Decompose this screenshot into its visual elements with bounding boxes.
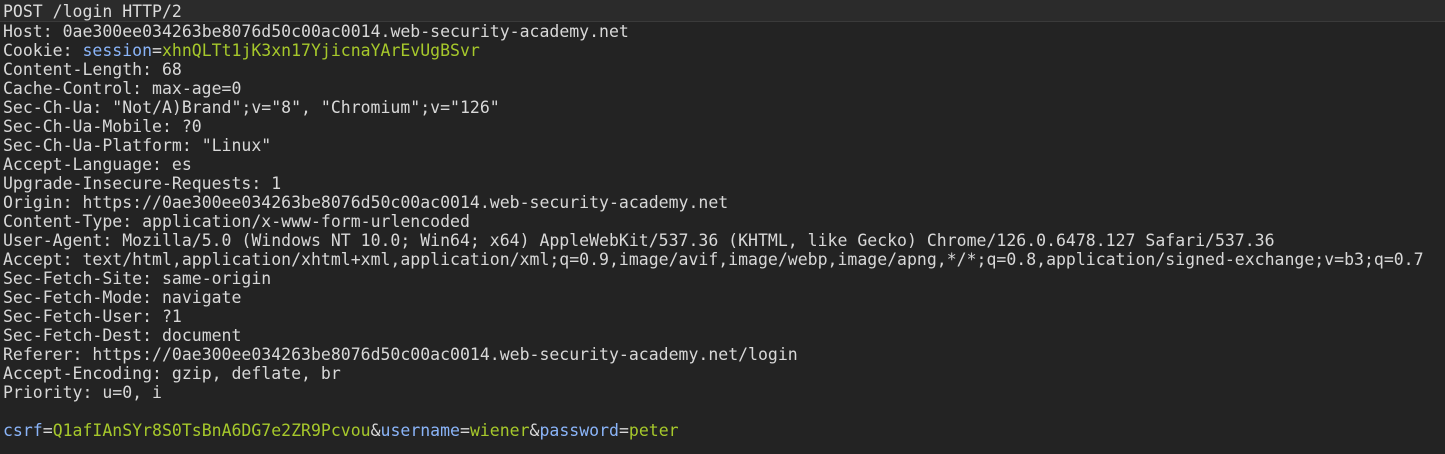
header-colon: : bbox=[82, 383, 103, 402]
header-colon: : bbox=[132, 79, 153, 98]
header-colon: : bbox=[62, 250, 83, 269]
header-name: Sec-Ch-Ua bbox=[3, 98, 93, 117]
header-colon: : bbox=[251, 174, 272, 193]
header-name: Sec-Fetch-Dest bbox=[3, 326, 143, 345]
header-colon: : bbox=[142, 269, 162, 288]
header-colon: : bbox=[161, 117, 182, 136]
header-value: 1 bbox=[271, 174, 282, 193]
header-colon: : bbox=[181, 136, 202, 155]
header-line-accept-encoding[interactable]: Accept-Encoding: gzip, deflate, br bbox=[0, 364, 1445, 383]
request-line[interactable]: POST /login HTTP/2 bbox=[0, 0, 1445, 22]
header-line-content-type[interactable]: Content-Type: application/x-www-form-url… bbox=[0, 212, 1445, 231]
header-colon: : bbox=[142, 60, 162, 79]
param-name-username: username bbox=[380, 421, 460, 440]
header-colon: : bbox=[152, 155, 172, 174]
header-line-content-length[interactable]: Content-Length: 68 bbox=[0, 60, 1445, 79]
header-name: Sec-Ch-Ua-Mobile bbox=[3, 117, 162, 136]
header-value: ?1 bbox=[161, 307, 182, 326]
header-colon: : bbox=[92, 98, 113, 117]
param-equals: = bbox=[42, 421, 53, 440]
param-name-password: password bbox=[539, 421, 619, 440]
header-line-sec-ch-ua[interactable]: Sec-Ch-Ua: "Not/A)Brand";v="8", "Chromiu… bbox=[0, 98, 1445, 117]
cookie-equals: = bbox=[152, 41, 162, 60]
request-line-text: POST /login HTTP/2 bbox=[3, 2, 182, 21]
cookie-value: xhnQLTt1jK3xn17YjicnaYArEvUgBSvr bbox=[161, 41, 480, 60]
header-colon: : bbox=[142, 307, 162, 326]
param-equals: = bbox=[618, 421, 629, 440]
header-name: Cache-Control bbox=[3, 79, 133, 98]
header-value: "Linux" bbox=[201, 136, 272, 155]
header-name: Priority bbox=[3, 383, 83, 402]
header-line-referer[interactable]: Referer: https://0ae300ee034263be8076d50… bbox=[0, 345, 1445, 364]
header-value: same-origin bbox=[161, 269, 272, 288]
header-line-sec-ch-ua-mobile[interactable]: Sec-Ch-Ua-Mobile: ?0 bbox=[0, 117, 1445, 136]
header-line-user-agent[interactable]: User-Agent: Mozilla/5.0 (Windows NT 10.0… bbox=[0, 231, 1445, 250]
header-line-sec-fetch-site[interactable]: Sec-Fetch-Site: same-origin bbox=[0, 269, 1445, 288]
header-name: Sec-Ch-Ua-Platform bbox=[3, 136, 182, 155]
header-colon: : bbox=[142, 326, 162, 345]
header-line-cookie[interactable]: Cookie: session=xhnQLTt1jK3xn17YjicnaYAr… bbox=[0, 41, 1445, 60]
header-colon: : bbox=[102, 231, 123, 250]
header-name: Sec-Fetch-Site bbox=[3, 269, 143, 288]
header-line-sec-fetch-dest[interactable]: Sec-Fetch-Dest: document bbox=[0, 326, 1445, 345]
cookie-name: session bbox=[82, 41, 153, 60]
param-value-csrf: Q1afIAnSYr8S0TsBnA6DG7e2ZR9Pcvou bbox=[52, 421, 371, 440]
header-value: https://0ae300ee034263be8076d50c00ac0014… bbox=[92, 345, 798, 364]
header-value: es bbox=[171, 155, 192, 174]
header-name: User-Agent bbox=[3, 231, 103, 250]
header-line-accept-language[interactable]: Accept-Language: es bbox=[0, 155, 1445, 174]
header-name: Accept-Language bbox=[3, 155, 153, 174]
header-name: Accept bbox=[3, 250, 63, 269]
header-colon: : bbox=[62, 41, 83, 60]
header-value: u=0, i bbox=[102, 383, 162, 402]
param-equals: = bbox=[460, 421, 470, 440]
header-colon: : bbox=[62, 193, 83, 212]
header-name: Host bbox=[3, 22, 43, 41]
param-value-password: peter bbox=[628, 421, 679, 440]
header-name: Sec-Fetch-Mode bbox=[3, 288, 143, 307]
header-value: gzip, deflate, br bbox=[171, 364, 341, 383]
request-body-line[interactable]: csrf=Q1afIAnSYr8S0TsBnA6DG7e2ZR9Pcvou&us… bbox=[0, 421, 1445, 440]
request-editor[interactable]: POST /login HTTP/2 Host: 0ae300ee034263b… bbox=[0, 0, 1445, 454]
header-value: https://0ae300ee034263be8076d50c00ac0014… bbox=[82, 193, 729, 212]
header-value: text/html,application/xhtml+xml,applicat… bbox=[82, 250, 1424, 269]
header-name: Referer bbox=[3, 345, 73, 364]
header-value: 0ae300ee034263be8076d50c00ac0014.web-sec… bbox=[62, 22, 629, 41]
header-value: max-age=0 bbox=[152, 79, 242, 98]
header-value: 68 bbox=[161, 60, 182, 79]
header-value: document bbox=[161, 326, 242, 345]
header-line-priority[interactable]: Priority: u=0, i bbox=[0, 383, 1445, 402]
header-name: Sec-Fetch-User bbox=[3, 307, 143, 326]
header-line-cache-control[interactable]: Cache-Control: max-age=0 bbox=[0, 79, 1445, 98]
header-value: navigate bbox=[161, 288, 242, 307]
header-line-upgrade-insecure-requests[interactable]: Upgrade-Insecure-Requests: 1 bbox=[0, 174, 1445, 193]
header-colon: : bbox=[72, 345, 93, 364]
header-line-accept[interactable]: Accept: text/html,application/xhtml+xml,… bbox=[0, 250, 1445, 269]
blank-line[interactable] bbox=[0, 402, 1445, 421]
param-name-csrf: csrf bbox=[3, 421, 43, 440]
header-name: Content-Length bbox=[3, 60, 143, 79]
header-colon: : bbox=[142, 288, 162, 307]
param-ampersand: & bbox=[370, 421, 381, 440]
header-line-sec-fetch-mode[interactable]: Sec-Fetch-Mode: navigate bbox=[0, 288, 1445, 307]
header-colon: : bbox=[42, 22, 63, 41]
header-value: Mozilla/5.0 (Windows NT 10.0; Win64; x64… bbox=[122, 231, 1275, 250]
header-name: Cookie bbox=[3, 41, 63, 60]
header-name: Accept-Encoding bbox=[3, 364, 153, 383]
param-ampersand: & bbox=[529, 421, 540, 440]
header-line-origin[interactable]: Origin: https://0ae300ee034263be8076d50c… bbox=[0, 193, 1445, 212]
header-name: Content-Type bbox=[3, 212, 123, 231]
header-colon: : bbox=[152, 364, 172, 383]
header-line-sec-fetch-user[interactable]: Sec-Fetch-User: ?1 bbox=[0, 307, 1445, 326]
header-colon: : bbox=[122, 212, 143, 231]
header-name: Origin bbox=[3, 193, 63, 212]
header-value: application/x-www-form-urlencoded bbox=[142, 212, 470, 231]
header-value: ?0 bbox=[181, 117, 202, 136]
header-line-host[interactable]: Host: 0ae300ee034263be8076d50c00ac0014.w… bbox=[0, 22, 1445, 41]
param-value-username: wiener bbox=[469, 421, 530, 440]
header-line-sec-ch-ua-platform[interactable]: Sec-Ch-Ua-Platform: "Linux" bbox=[0, 136, 1445, 155]
header-value: "Not/A)Brand";v="8", "Chromium";v="126" bbox=[112, 98, 500, 117]
header-name: Upgrade-Insecure-Requests bbox=[3, 174, 252, 193]
